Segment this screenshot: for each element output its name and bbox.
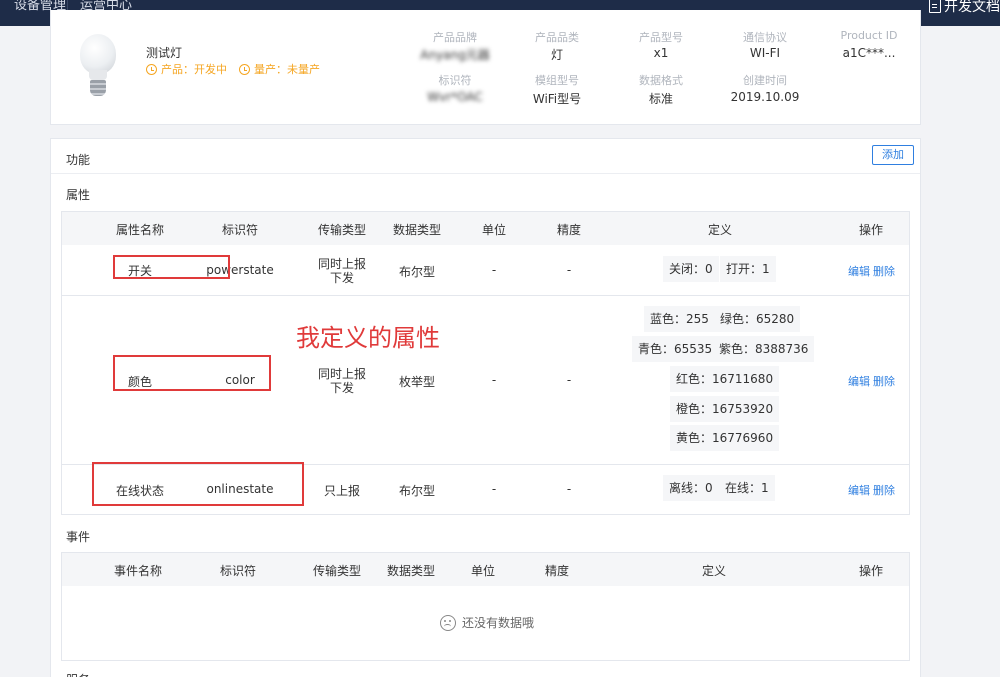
th-definition: 定义 bbox=[707, 223, 732, 237]
definition-tag: 红色：16711680 bbox=[670, 366, 780, 392]
properties-section-title: 属性 bbox=[66, 188, 91, 202]
highlight-box bbox=[113, 355, 271, 391]
definition-tag: 离线：0 bbox=[663, 475, 719, 501]
th-data-type: 数据类型 bbox=[392, 223, 441, 237]
annotation-text: 我定义的属性 bbox=[296, 324, 440, 352]
events-section-title: 事件 bbox=[66, 530, 91, 544]
meta-label-model: 产品型号 bbox=[639, 31, 683, 44]
meta-label-category: 产品品类 bbox=[535, 31, 579, 44]
prop-precision-cell: - bbox=[566, 482, 572, 496]
lightbulb-icon bbox=[78, 34, 118, 100]
meta-value-category: 灯 bbox=[550, 48, 563, 62]
th-precision: 精度 bbox=[544, 564, 569, 578]
edit-link[interactable]: 编辑 bbox=[848, 373, 870, 389]
prop-precision-cell: - bbox=[566, 373, 572, 387]
meta-value-identifier: Wvr*OAC bbox=[427, 90, 483, 104]
empty-state: 还没有数据哦 bbox=[440, 614, 534, 631]
meta-value-data-format: 标准 bbox=[648, 92, 673, 106]
th-identifier: 标识符 bbox=[219, 564, 256, 578]
prop-transfer-cell: 只上报 bbox=[323, 484, 360, 498]
th-prop-name: 属性名称 bbox=[115, 223, 164, 237]
sad-face-icon bbox=[440, 614, 456, 631]
th-actions: 操作 bbox=[858, 564, 883, 578]
prop-unit-cell: - bbox=[491, 263, 497, 277]
definition-tag: 青色：65535 bbox=[632, 336, 719, 362]
row-divider bbox=[62, 295, 909, 296]
th-identifier: 标识符 bbox=[221, 223, 258, 237]
definition-tag: 蓝色：255 bbox=[644, 306, 715, 332]
functions-divider bbox=[51, 173, 920, 174]
edit-link[interactable]: 编辑 bbox=[848, 263, 870, 279]
meta-value-brand: Anyang元器 bbox=[420, 48, 490, 62]
meta-value-created: 2019.10.09 bbox=[730, 90, 800, 104]
definition-tag: 绿色：65280 bbox=[714, 306, 801, 332]
add-button[interactable]: 添加 bbox=[872, 145, 914, 165]
th-transfer: 传输类型 bbox=[312, 564, 361, 578]
product-status: 产品：开发中 量产：未量产 bbox=[146, 61, 320, 77]
prop-unit-cell: - bbox=[491, 482, 497, 496]
prop-transfer-cell-l2: 下发 bbox=[329, 381, 354, 395]
th-actions: 操作 bbox=[858, 223, 883, 237]
dev-status: 产品：开发中 bbox=[146, 61, 227, 77]
meta-label-module: 模组型号 bbox=[535, 74, 579, 87]
delete-link[interactable]: 删除 bbox=[873, 263, 895, 279]
meta-label-created: 创建时间 bbox=[743, 74, 787, 87]
delete-link[interactable]: 删除 bbox=[873, 373, 895, 389]
edit-link[interactable]: 编辑 bbox=[848, 482, 870, 498]
th-unit: 单位 bbox=[470, 564, 495, 578]
th-transfer: 传输类型 bbox=[317, 223, 366, 237]
definition-tag: 黄色：16776960 bbox=[670, 425, 780, 451]
definition-tag: 橙色：16753920 bbox=[670, 396, 780, 422]
production-status-label: 量产：未量产 bbox=[254, 63, 320, 76]
definition-tag: 关闭：0 bbox=[663, 256, 719, 282]
production-status: 量产：未量产 bbox=[239, 61, 320, 77]
prop-transfer-cell-l2: 下发 bbox=[329, 271, 354, 285]
meta-value-product-id: a1C***... bbox=[842, 46, 896, 60]
meta-value-model: x1 bbox=[653, 46, 669, 60]
clock-icon bbox=[239, 63, 250, 75]
dev-status-label: 产品：开发中 bbox=[161, 63, 227, 76]
prop-unit-cell: - bbox=[491, 373, 497, 387]
prop-dtype-cell: 布尔型 bbox=[398, 484, 435, 498]
meta-label-data-format: 数据格式 bbox=[639, 74, 683, 87]
highlight-box bbox=[113, 255, 230, 279]
th-precision: 精度 bbox=[556, 223, 581, 237]
meta-label-brand: 产品品牌 bbox=[433, 31, 477, 44]
th-event-name: 事件名称 bbox=[113, 564, 162, 578]
clock-icon bbox=[146, 63, 157, 75]
definition-tag: 在线：1 bbox=[719, 475, 775, 501]
functions-title: 功能 bbox=[66, 153, 91, 167]
dev-docs-link[interactable]: 开发文档 bbox=[929, 0, 1000, 16]
prop-precision-cell: - bbox=[566, 263, 572, 277]
product-name: 测试灯 bbox=[146, 46, 183, 60]
prop-dtype-cell: 布尔型 bbox=[398, 265, 435, 279]
definition-tag: 紫色：8388736 bbox=[713, 336, 815, 362]
prop-dtype-cell: 枚举型 bbox=[398, 375, 435, 389]
delete-link[interactable]: 删除 bbox=[873, 482, 895, 498]
meta-label-protocol: 通信协议 bbox=[743, 31, 787, 44]
document-icon bbox=[929, 0, 941, 13]
empty-state-text: 还没有数据哦 bbox=[462, 616, 535, 630]
meta-value-module: WiFi型号 bbox=[532, 92, 582, 106]
th-data-type: 数据类型 bbox=[386, 564, 435, 578]
meta-value-protocol: WI-FI bbox=[749, 46, 781, 60]
definition-tag: 打开：1 bbox=[720, 256, 776, 282]
meta-label-product-id: Product ID bbox=[840, 29, 898, 42]
meta-label-identifier: 标识符 bbox=[438, 74, 472, 87]
dev-docs-label: 开发文档 bbox=[944, 0, 1000, 15]
th-unit: 单位 bbox=[481, 223, 506, 237]
highlight-box bbox=[92, 462, 304, 506]
services-section-title: 服务 bbox=[66, 671, 90, 677]
th-definition: 定义 bbox=[701, 564, 726, 578]
